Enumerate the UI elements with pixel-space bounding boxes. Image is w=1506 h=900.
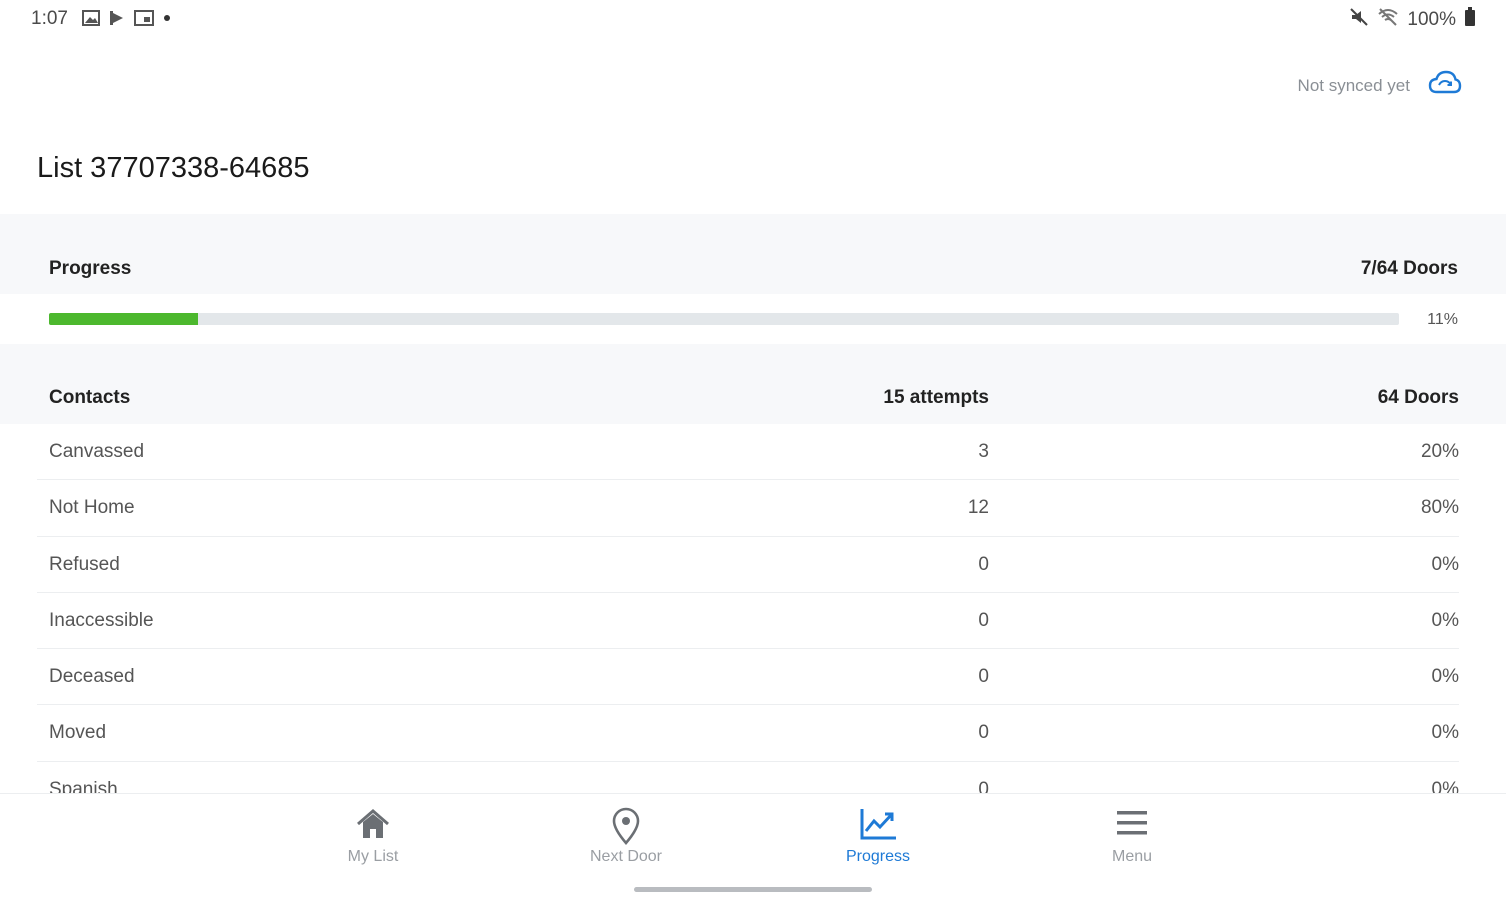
contact-row-canvassed: Canvassed 3 20% xyxy=(37,424,1459,481)
contacts-attempts: 15 attempts xyxy=(883,387,989,408)
system-status: 100% xyxy=(1349,7,1476,32)
home-icon xyxy=(293,806,453,846)
contact-percent: 0% xyxy=(1431,666,1459,688)
progress-label: Progress xyxy=(49,258,132,279)
status-bar: 1:07 100% xyxy=(0,0,1506,38)
contact-count: 0 xyxy=(978,609,989,631)
notification-icons xyxy=(82,10,171,31)
progress-bar-fill xyxy=(49,313,198,325)
contact-percent: 0% xyxy=(1431,553,1459,575)
nav-my-list[interactable]: My List xyxy=(293,806,453,876)
sync-status-text: Not synced yet xyxy=(1297,75,1410,95)
contact-row-moved: Moved 0 0% xyxy=(37,705,1459,762)
cast-notification-icon xyxy=(134,10,154,31)
contacts-doors: 64 Doors xyxy=(1377,387,1459,408)
nav-label: My List xyxy=(347,848,399,865)
menu-icon xyxy=(1052,806,1212,846)
contacts-header: Contacts 15 attempts 64 Doors xyxy=(0,344,1506,424)
contact-name: Deceased xyxy=(49,666,135,688)
contact-row-inaccessible: Inaccessible 0 0% xyxy=(37,593,1459,650)
nav-label: Progress xyxy=(845,848,911,865)
contact-row-spanish: Spanish 0 0% xyxy=(37,762,1459,793)
contact-count: 0 xyxy=(978,722,989,744)
contact-percent: 80% xyxy=(1420,497,1459,519)
progress-section: Progress 7/64 Doors 11% xyxy=(0,214,1506,344)
contact-row-deceased: Deceased 0 0% xyxy=(37,649,1459,706)
more-notifications-dot-icon xyxy=(163,10,171,31)
contact-name: Spanish xyxy=(49,778,118,793)
image-notification-icon xyxy=(82,10,100,31)
sync-status[interactable]: Not synced yet xyxy=(1298,70,1462,101)
progress-bar-area: 11% xyxy=(0,294,1506,344)
contact-name: Refused xyxy=(49,553,120,575)
contact-count: 12 xyxy=(967,497,989,519)
contacts-list: Canvassed 3 20% Not Home 12 80% Refused … xyxy=(0,424,1506,793)
progress-bar-track xyxy=(49,313,1399,325)
contact-name: Canvassed xyxy=(49,441,145,462)
contact-name: Inaccessible xyxy=(49,609,154,631)
nav-menu[interactable]: Menu xyxy=(1052,806,1212,876)
contact-name: Not Home xyxy=(49,497,135,519)
play-notification-icon xyxy=(109,10,125,31)
nav-label: Menu xyxy=(1111,848,1153,865)
contact-count: 0 xyxy=(978,666,989,688)
location-pin-icon xyxy=(546,806,706,846)
contact-percent: 0% xyxy=(1431,722,1459,744)
contact-row-refused: Refused 0 0% xyxy=(37,537,1459,593)
chart-icon xyxy=(798,806,958,846)
contact-count: 0 xyxy=(978,553,989,575)
contact-percent: 20% xyxy=(1420,441,1459,462)
contact-name: Moved xyxy=(49,722,107,744)
progress-doors-count: 7/64 Doors xyxy=(1360,258,1458,279)
contact-percent: 0% xyxy=(1431,609,1459,631)
home-indicator[interactable] xyxy=(634,887,872,892)
mute-icon xyxy=(1349,7,1369,32)
battery-percent: 100% xyxy=(1407,8,1456,30)
cloud-sync-icon[interactable] xyxy=(1428,70,1462,101)
list-title: List 37707338-64685 xyxy=(37,152,310,184)
status-time: 1:07 xyxy=(31,8,68,29)
bottom-navigation: My List Next Door Progress Menu xyxy=(0,793,1506,900)
wifi-off-icon xyxy=(1377,7,1399,32)
nav-next-door[interactable]: Next Door xyxy=(546,806,706,876)
contact-row-not-home: Not Home 12 80% xyxy=(37,480,1459,537)
progress-percent: 11% xyxy=(1427,311,1458,328)
nav-progress[interactable]: Progress xyxy=(798,806,958,876)
contact-percent: 0% xyxy=(1431,778,1459,793)
progress-header: Progress 7/64 Doors xyxy=(0,214,1506,294)
contact-count: 3 xyxy=(978,441,989,462)
nav-label: Next Door xyxy=(589,848,663,865)
contacts-label: Contacts xyxy=(49,387,131,408)
battery-icon xyxy=(1464,7,1476,32)
contact-count: 0 xyxy=(978,778,989,793)
